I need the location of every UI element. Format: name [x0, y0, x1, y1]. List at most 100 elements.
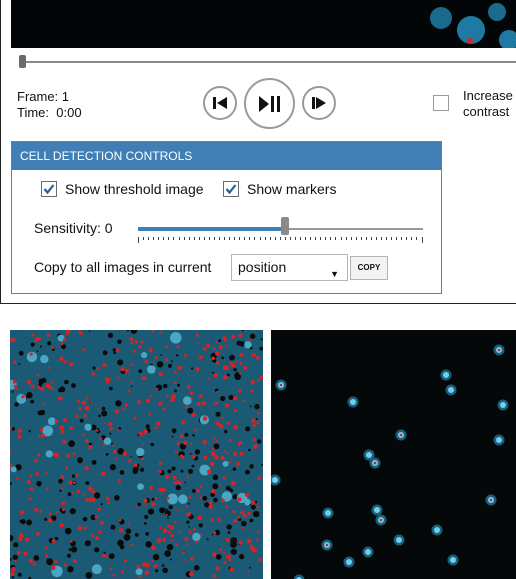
marker-dot: [188, 496, 192, 499]
marker-dot: [217, 518, 221, 522]
marker-dot: [81, 400, 86, 405]
dark-speckle: [134, 533, 139, 537]
marker-dot: [233, 519, 238, 523]
dark-speckle: [227, 531, 231, 534]
marker-dot: [16, 550, 21, 555]
dark-speckle: [171, 466, 176, 471]
dark-speckle: [151, 497, 155, 501]
dark-speckle: [47, 341, 52, 346]
marker-dot: [195, 540, 199, 544]
marker-dot: [96, 429, 99, 432]
marker-dot: [45, 471, 48, 474]
marker-dot: [19, 510, 25, 515]
marker-dot: [128, 459, 132, 463]
marker-dot: [190, 396, 193, 400]
marker-dot: [118, 518, 122, 522]
dark-speckle: [58, 479, 63, 484]
marker-dot: [84, 466, 89, 471]
marker-dot: [51, 381, 54, 384]
dark-speckle: [226, 524, 232, 530]
dark-speckle: [215, 554, 222, 560]
marker-dot: [102, 362, 107, 368]
threshold-image: [10, 330, 263, 579]
marker-dot: [10, 451, 12, 454]
dark-speckle: [248, 448, 251, 452]
marker-dot: [122, 407, 125, 410]
dark-speckle: [110, 524, 116, 530]
marker-dot: [230, 481, 236, 486]
dark-speckle: [19, 519, 23, 523]
marker-dot: [215, 440, 218, 443]
marker-dot: [109, 567, 113, 571]
marker-dot: [52, 388, 55, 391]
strip-cell-blob: [499, 30, 516, 48]
marker-dot: [162, 528, 168, 533]
marker-dot: [162, 407, 166, 411]
marker-dot: [136, 564, 141, 569]
marker-dot: [39, 428, 44, 432]
show-markers-checkbox[interactable]: [223, 181, 239, 197]
dark-speckle: [168, 363, 172, 368]
marker-dot: [50, 346, 54, 350]
marker-dot: [176, 442, 180, 446]
strip-cell-blob: [488, 3, 506, 21]
marker-dot: [60, 475, 65, 479]
step-back-icon: [213, 97, 227, 109]
marker-dot: [148, 348, 153, 353]
marker-dot: [102, 443, 105, 447]
scrubber-thumb[interactable]: [19, 55, 26, 68]
dark-speckle: [105, 453, 109, 456]
marker-dot: [239, 372, 242, 375]
marker-dot: [63, 563, 67, 567]
slider-thumb[interactable]: [281, 217, 289, 235]
marker-dot: [120, 367, 125, 372]
marker-dot: [186, 385, 191, 389]
marker-dot: [138, 431, 144, 437]
marker-dot: [143, 498, 148, 503]
cell-blob: [47, 417, 56, 426]
play-pause-button[interactable]: [244, 78, 295, 129]
dark-speckle: [167, 517, 169, 519]
dark-speckle: [117, 359, 124, 366]
strip-marker-dot: [467, 38, 473, 44]
copy-button[interactable]: COPY: [350, 256, 388, 280]
play-pause-icon: [258, 95, 280, 112]
dark-speckle: [10, 482, 12, 485]
marker-dot: [233, 425, 238, 430]
next-frame-button[interactable]: [302, 86, 336, 120]
marker-dot: [226, 421, 231, 425]
dark-speckle: [186, 520, 190, 524]
marker-dot: [156, 421, 161, 426]
increase-contrast-checkbox[interactable]: [433, 95, 449, 111]
marker-dot: [210, 451, 216, 457]
dark-speckle: [117, 339, 122, 345]
sensitivity-slider[interactable]: [138, 217, 423, 243]
cell-body: [496, 437, 502, 443]
marker-dot: [132, 349, 136, 353]
dark-speckle: [162, 567, 168, 574]
dark-speckle: [150, 442, 155, 447]
marker-dot: [117, 429, 120, 432]
dark-speckle: [215, 411, 221, 417]
marker-dot: [242, 399, 245, 403]
marker-dot: [48, 366, 51, 370]
previous-frame-button[interactable]: [203, 86, 237, 120]
marker-dot: [257, 412, 260, 415]
marker-dot: [250, 380, 255, 385]
marker-dot: [213, 438, 216, 440]
marker-dot: [234, 510, 237, 513]
frame-scrubber[interactable]: [19, 55, 516, 69]
dark-speckle: [119, 470, 125, 475]
marker-dot: [154, 497, 158, 500]
show-threshold-checkbox[interactable]: [41, 181, 57, 197]
cell-blob: [222, 460, 229, 467]
copy-scope-select[interactable]: position ▼: [231, 254, 348, 281]
marker-dot: [82, 493, 85, 496]
dark-speckle: [241, 520, 247, 527]
cell-blob: [244, 341, 252, 349]
marker-dot: [173, 481, 177, 484]
marker-dot: [212, 347, 216, 350]
dark-speckle: [14, 402, 19, 407]
dark-speckle: [198, 523, 203, 528]
dark-speckle: [260, 338, 263, 341]
